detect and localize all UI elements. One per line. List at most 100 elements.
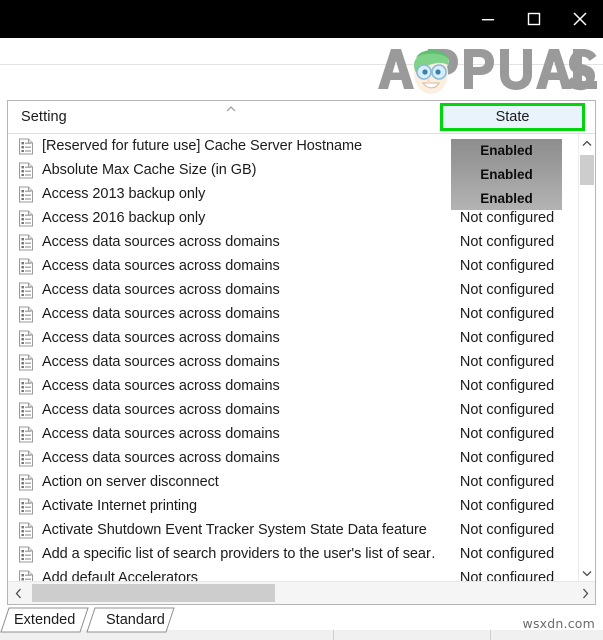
policy-setting-icon (18, 210, 34, 227)
policy-setting-icon (18, 330, 34, 347)
minimize-button[interactable] (465, 0, 511, 38)
row-setting-name: Access data sources across domains (42, 426, 280, 442)
table-row[interactable]: Access data sources across domains Not co… (8, 230, 578, 254)
table-row[interactable]: Access data sources across domains Not co… (8, 446, 578, 470)
scroll-down-button[interactable] (579, 564, 595, 582)
policy-setting-icon (18, 234, 34, 251)
appuals-logo (378, 49, 597, 94)
policy-setting-icon (18, 306, 34, 323)
policy-setting-icon (18, 162, 34, 179)
policy-setting-icon (19, 138, 33, 154)
maximize-icon (527, 12, 541, 26)
policy-setting-icon (18, 138, 34, 155)
chevron-down-icon (582, 570, 592, 576)
row-state-value: Not configured (459, 258, 555, 274)
row-setting-name: Access data sources across domains (42, 282, 280, 298)
policy-setting-icon (18, 402, 34, 419)
policy-setting-icon (18, 282, 34, 299)
policy-setting-icon (19, 522, 33, 538)
horizontal-scrollbar[interactable] (8, 581, 595, 604)
row-setting-name: Access 2016 backup only (42, 210, 206, 226)
policy-setting-icon (18, 450, 34, 467)
vertical-scrollbar[interactable] (578, 134, 595, 582)
row-state-value: Not configured (459, 498, 555, 514)
branding-strip (0, 38, 603, 96)
row-setting-name: [Reserved for future use] Cache Server H… (42, 138, 363, 154)
policy-setting-icon (19, 306, 33, 322)
mascot-icon (414, 50, 449, 94)
policy-setting-icon (18, 474, 34, 491)
table-row[interactable]: Access data sources across domains Not co… (8, 350, 578, 374)
watermark-text: wsxdn.com (522, 616, 595, 631)
scroll-left-button[interactable] (8, 582, 28, 604)
close-icon (573, 12, 587, 26)
row-state-value: Not configured (459, 450, 555, 466)
policy-setting-icon (19, 354, 33, 370)
row-state-value: Not configured (459, 282, 555, 298)
overlay-state-value: Enabled (480, 167, 533, 182)
row-state-value: Not configured (459, 210, 555, 226)
table-row[interactable]: Add a specific list of search providers … (8, 542, 578, 566)
row-setting-name: Action on server disconnect (42, 474, 219, 490)
policy-setting-icon (18, 258, 34, 275)
settings-list-panel: Setting State [Reserved for future use] … (7, 100, 596, 605)
row-state-value: Not configured (459, 402, 555, 418)
table-row[interactable]: Access data sources across domains Not co… (8, 302, 578, 326)
column-header-state[interactable]: State (440, 103, 585, 131)
tab-standard[interactable]: Standard (86, 607, 182, 633)
row-setting-name: Access data sources across domains (42, 378, 280, 394)
row-setting-name: Access 2013 backup only (42, 186, 206, 202)
row-setting-name: Access data sources across domains (42, 354, 280, 370)
table-row[interactable]: Access data sources across domains Not co… (8, 278, 578, 302)
row-state-value: Not configured (459, 426, 555, 442)
policy-setting-icon (19, 258, 33, 274)
policy-setting-icon (19, 234, 33, 250)
table-row[interactable]: Activate Internet printing Not configured (8, 494, 578, 518)
table-row[interactable]: Access data sources across domains Not co… (8, 398, 578, 422)
policy-setting-icon (18, 522, 34, 539)
row-setting-name: Add a specific list of search providers … (42, 546, 437, 562)
chevron-left-icon (15, 588, 21, 598)
row-state-value: Not configured (459, 306, 555, 322)
policy-setting-icon (19, 450, 33, 466)
policy-setting-icon (18, 498, 34, 515)
vertical-scrollbar-thumb[interactable] (580, 155, 594, 185)
row-setting-name: Absolute Max Cache Size (in GB) (42, 162, 257, 178)
maximize-button[interactable] (511, 0, 557, 38)
scroll-up-button[interactable] (579, 134, 595, 152)
table-row[interactable]: Access data sources across domains Not co… (8, 374, 578, 398)
close-button[interactable] (557, 0, 603, 38)
policy-setting-icon (19, 546, 33, 562)
table-row[interactable]: Activate Shutdown Event Tracker System S… (8, 518, 578, 542)
minimize-icon (482, 19, 494, 21)
policy-setting-icon (19, 330, 33, 346)
policy-setting-icon (18, 426, 34, 443)
table-row[interactable]: Access data sources across domains Not co… (8, 422, 578, 446)
horizontal-scrollbar-thumb[interactable] (32, 584, 275, 602)
overlay-state-value: Enabled (480, 143, 533, 158)
row-setting-name: Access data sources across domains (42, 258, 280, 274)
policy-setting-icon (19, 498, 33, 514)
column-header-setting[interactable]: Setting (8, 101, 440, 133)
window-titlebar (0, 0, 603, 38)
table-row[interactable]: Access data sources across domains Not co… (8, 326, 578, 350)
status-bar-divider-1 (333, 630, 334, 640)
row-state-value: Not configured (459, 378, 555, 394)
tab-extended-label: Extended (14, 612, 76, 628)
sort-ascending-icon (226, 106, 236, 112)
table-row[interactable]: Access data sources across domains Not co… (8, 254, 578, 278)
policy-setting-icon (19, 474, 33, 490)
table-row[interactable]: Add default Accelerators Not configured (8, 566, 578, 582)
state-overlay-values: Enabled Enabled Enabled (451, 139, 562, 210)
row-setting-name: Access data sources across domains (42, 402, 280, 418)
column-header-setting-label: Setting (21, 109, 67, 125)
row-state-value: Not configured (459, 354, 555, 370)
row-setting-name: Access data sources across domains (42, 234, 280, 250)
policy-setting-icon (19, 186, 33, 202)
row-setting-name: Access data sources across domains (42, 330, 280, 346)
row-setting-name: Activate Shutdown Event Tracker System S… (42, 522, 427, 538)
table-row[interactable]: Action on server disconnect Not configure… (8, 470, 578, 494)
tab-extended[interactable]: Extended (0, 607, 96, 633)
overlay-state-value: Enabled (480, 191, 533, 206)
scroll-right-button[interactable] (575, 582, 595, 604)
